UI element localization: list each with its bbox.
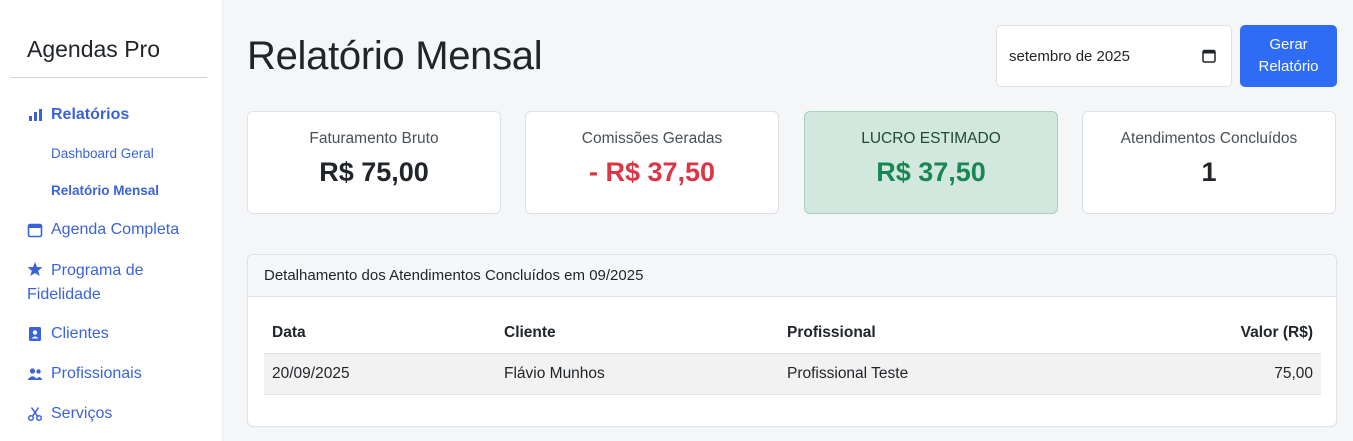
- scissors-icon: [27, 407, 43, 422]
- sidebar-item-clientes[interactable]: Clientes: [27, 322, 109, 346]
- card-value: R$ 75,00: [319, 157, 429, 187]
- sidebar-item-profissionais[interactable]: Profissionais: [27, 362, 142, 386]
- column-header-profissional: Profissional: [779, 313, 1109, 354]
- sidebar-subitem-dashboard-geral[interactable]: Dashboard Geral: [51, 146, 154, 161]
- cell-profissional: Profissional Teste: [779, 353, 1109, 395]
- sidebar-item-agenda[interactable]: Agenda Completa: [27, 218, 179, 242]
- card-label: LUCRO ESTIMADO: [861, 130, 1001, 147]
- details-title: Detalhamento dos Atendimentos Concluídos…: [248, 255, 1336, 297]
- table-header-row: Data Cliente Profissional Valor (R$): [264, 313, 1321, 354]
- sidebar-item-label: Clientes: [51, 325, 109, 342]
- sidebar: Agendas Pro Relatórios Dashboard Geral R…: [0, 0, 223, 441]
- sidebar-item-servicos[interactable]: Serviços: [27, 402, 112, 426]
- card-comissoes: Comissões Geradas - R$ 37,50: [525, 111, 779, 214]
- brand: Agendas Pro: [11, 0, 207, 78]
- sidebar-item-label: Agenda Completa: [51, 221, 180, 238]
- calendar-icon[interactable]: [1202, 49, 1216, 63]
- card-value: 1: [1201, 157, 1217, 187]
- users-icon: [27, 368, 43, 380]
- page-title: Relatório Mensal: [247, 34, 543, 78]
- sidebar-item-relatorios[interactable]: Relatórios: [27, 103, 129, 127]
- column-header-cliente: Cliente: [496, 313, 779, 354]
- month-input[interactable]: setembro de 2025: [996, 25, 1232, 87]
- brand-title: Agendas Pro: [27, 36, 160, 62]
- cell-valor: 75,00: [1108, 353, 1321, 395]
- cell-cliente: Flávio Munhos: [496, 353, 779, 395]
- generate-report-label: Gerar Relatório: [1258, 36, 1319, 75]
- card-lucro: LUCRO ESTIMADO R$ 37,50: [804, 111, 1058, 214]
- details-table: Data Cliente Profissional Valor (R$) 20/…: [264, 313, 1321, 395]
- details-panel: Detalhamento dos Atendimentos Concluídos…: [247, 254, 1337, 427]
- cell-data: 20/09/2025: [264, 353, 496, 395]
- star-icon: [27, 262, 43, 276]
- calendar-icon: [27, 223, 43, 238]
- contact-card-icon: [29, 327, 41, 341]
- generate-report-button[interactable]: Gerar Relatório: [1240, 25, 1337, 87]
- card-value: - R$ 37,50: [588, 157, 716, 187]
- card-faturamento: Faturamento Bruto R$ 75,00: [247, 111, 501, 214]
- sidebar-subitem-relatorio-mensal[interactable]: Relatório Mensal: [51, 183, 159, 198]
- column-header-valor: Valor (R$): [1108, 313, 1321, 354]
- sidebar-item-label: Programa de Fidelidade: [27, 262, 144, 303]
- sidebar-item-label: Relatórios: [51, 106, 130, 123]
- sidebar-item-fidelidade[interactable]: Programa de Fidelidade: [27, 259, 207, 307]
- card-value: R$ 37,50: [876, 157, 986, 187]
- bar-chart-icon: [29, 109, 42, 121]
- table-row: 20/09/2025 Flávio Munhos Profissional Te…: [264, 353, 1321, 395]
- card-label: Atendimentos Concluídos: [1120, 130, 1298, 147]
- sidebar-item-label: Profissionais: [51, 365, 142, 382]
- card-label: Comissões Geradas: [581, 130, 723, 147]
- card-atendimentos: Atendimentos Concluídos 1: [1082, 111, 1336, 214]
- month-input-value: setembro de 2025: [1009, 47, 1130, 65]
- sidebar-item-label: Serviços: [51, 405, 113, 422]
- card-label: Faturamento Bruto: [309, 130, 439, 147]
- column-header-data: Data: [264, 313, 496, 354]
